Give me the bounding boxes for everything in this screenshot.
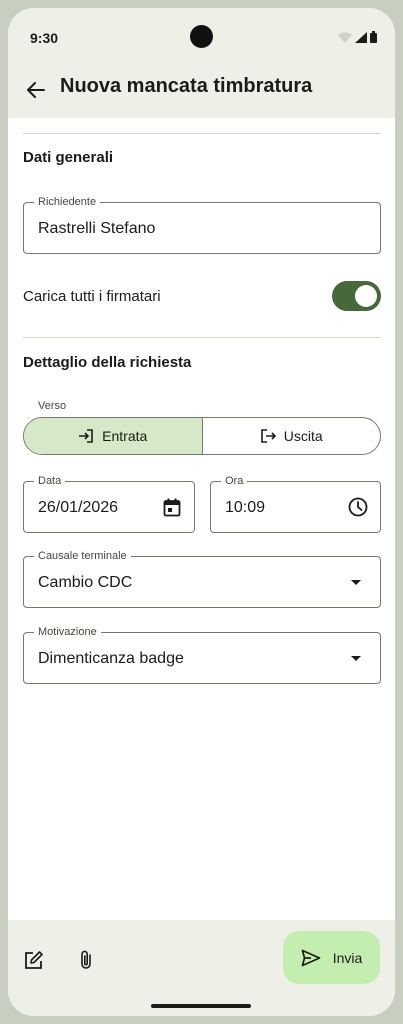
divider <box>23 133 381 134</box>
terminal-reason-dropdown[interactable]: Causale terminale Cambio CDC <box>23 549 381 608</box>
edit-note-icon <box>25 951 43 969</box>
section-title-detail: Dettaglio della richiesta <box>23 354 192 371</box>
date-value: 26/01/2026 <box>38 499 119 516</box>
camera-cutout <box>190 25 213 48</box>
send-button-label: Invia <box>332 949 363 966</box>
reason-label: Motivazione <box>34 625 101 639</box>
attach-button[interactable] <box>72 946 100 974</box>
date-field[interactable]: Data 26/01/2026 <box>23 474 195 533</box>
calendar-icon[interactable] <box>162 497 182 517</box>
wifi-icon <box>338 32 352 43</box>
load-signers-label: Carica tutti i firmatari <box>23 288 161 305</box>
terminal-reason-label: Causale terminale <box>34 549 131 563</box>
status-icons <box>338 31 377 43</box>
logout-icon <box>260 429 276 443</box>
segment-uscita[interactable]: Uscita <box>203 418 381 454</box>
time-label: Ora <box>221 474 248 488</box>
direction-caption: Verso <box>38 400 67 412</box>
segment-entrata-label: Entrata <box>102 428 148 444</box>
time-value: 10:09 <box>225 499 266 516</box>
send-icon <box>301 949 321 966</box>
requester-label: Richiedente <box>34 195 101 209</box>
terminal-reason-value: Cambio CDC <box>38 574 133 591</box>
arrow-back-icon <box>27 82 45 98</box>
login-icon <box>79 429 93 443</box>
bottom-app-bar: Invia <box>8 920 395 1016</box>
top-app-bar: 9:30 Nuova mancata timbratura <box>8 8 395 118</box>
requester-field[interactable]: Richiedente Rastrelli Stefano <box>23 195 381 254</box>
reason-value: Dimenticanza badge <box>38 650 184 667</box>
attach-icon <box>81 950 91 969</box>
back-button[interactable] <box>22 76 50 104</box>
battery-icon <box>370 31 377 43</box>
dropdown-arrow-icon <box>350 653 362 665</box>
edit-note-button[interactable] <box>20 946 48 974</box>
load-signers-switch[interactable] <box>332 281 381 311</box>
requester-value: Rastrelli Stefano <box>38 220 156 237</box>
signal-icon <box>355 31 367 43</box>
phone-screen: 9:30 Nuova mancata timbratura Dati gener… <box>8 8 395 1016</box>
section-title-general: Dati generali <box>23 149 114 166</box>
segment-entrata[interactable]: Entrata <box>24 418 203 454</box>
reason-dropdown[interactable]: Motivazione Dimenticanza badge <box>23 625 381 684</box>
gesture-bar <box>151 1004 251 1008</box>
send-button[interactable]: Invia <box>283 931 380 984</box>
date-label: Data <box>34 474 66 488</box>
page-title: Nuova mancata timbratura <box>60 75 313 97</box>
segment-uscita-label: Uscita <box>283 428 323 444</box>
direction-segmented-control: Entrata Uscita <box>23 417 381 455</box>
clock-icon[interactable] <box>348 497 368 517</box>
switch-knob <box>355 285 377 307</box>
status-time: 9:30 <box>30 30 59 46</box>
time-field[interactable]: Ora 10:09 <box>210 474 381 533</box>
divider <box>23 337 381 338</box>
dropdown-arrow-icon <box>350 577 362 589</box>
